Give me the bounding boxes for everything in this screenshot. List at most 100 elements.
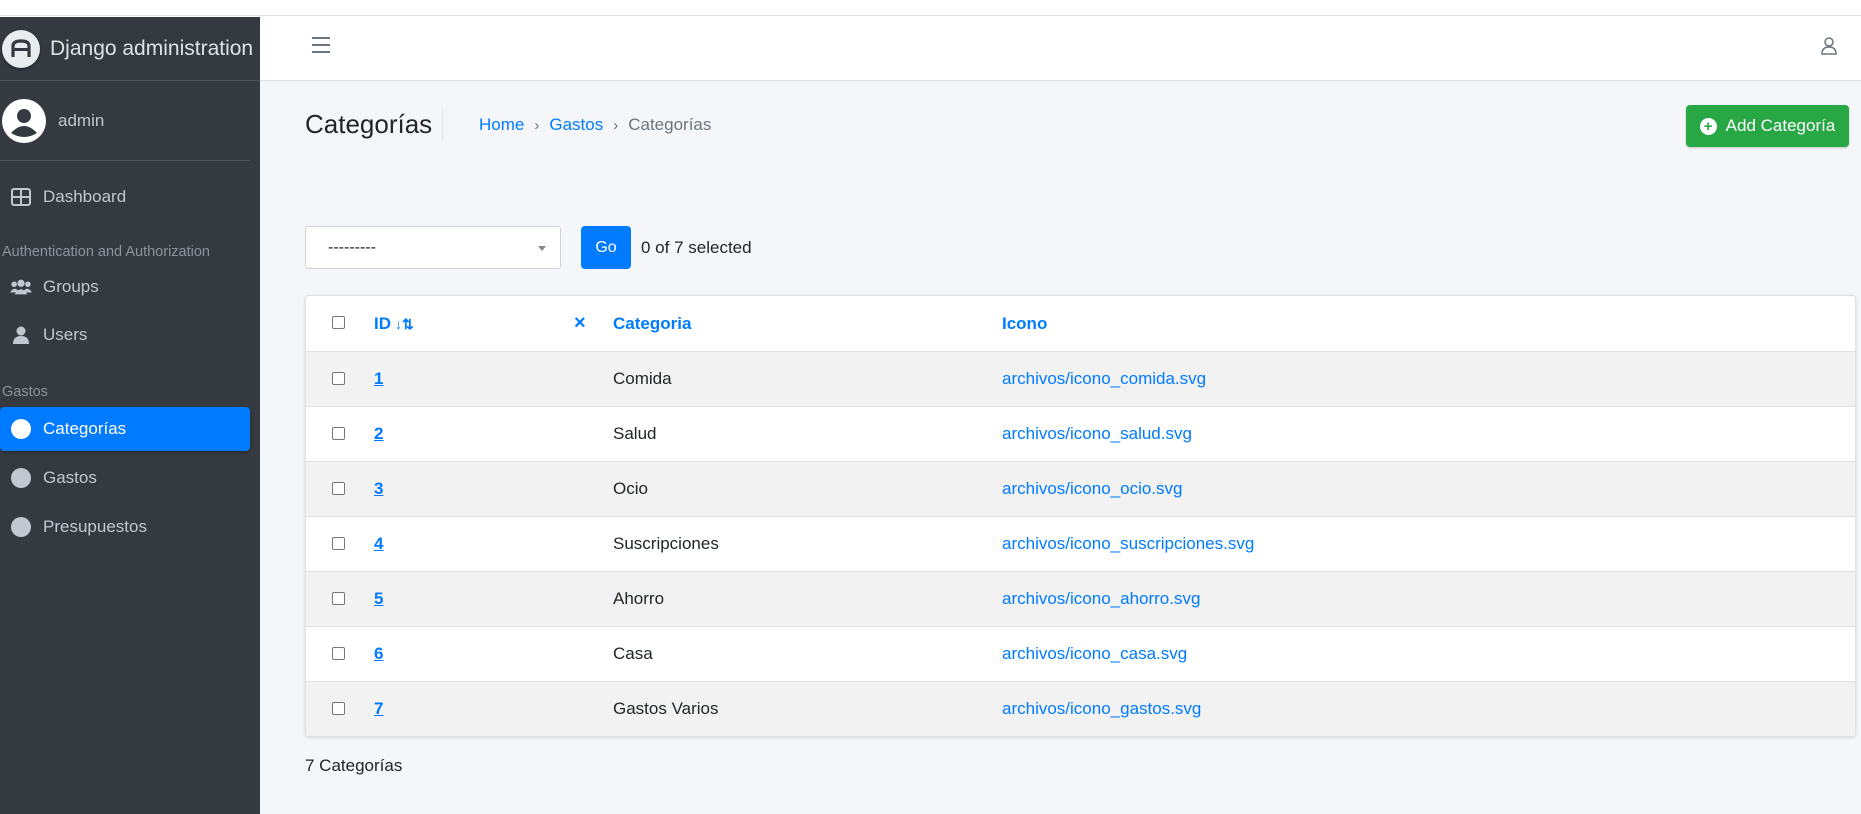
row-icono-link[interactable]: archivos/icono_salud.svg — [1002, 424, 1192, 443]
row-icono: archivos/icono_comida.svg — [1002, 369, 1206, 389]
page-title: Categorías — [305, 109, 433, 139]
row-id-link[interactable]: 5 — [374, 589, 383, 609]
breadcrumb-gastos[interactable]: Gastos — [549, 115, 603, 135]
row-id-link[interactable]: 4 — [374, 534, 383, 554]
row-icono: archivos/icono_casa.svg — [1002, 644, 1187, 664]
row-categoria: Suscripciones — [613, 534, 719, 553]
table-row: 6 Casa archivos/icono_casa.svg — [306, 626, 1855, 681]
sidebar-item-label: Dashboard — [43, 187, 127, 206]
select-all-checkbox[interactable] — [332, 316, 345, 329]
brand-title: Django administration — [50, 36, 254, 60]
table-row: 2 Salud archivos/icono_salud.svg — [306, 406, 1855, 461]
table-row: 7 Gastos Varios archivos/icono_gastos.svg — [306, 681, 1855, 736]
table-header-row: ID ↓⇅ × Categoria Icono — [306, 296, 1855, 351]
selection-counter: 0 of 7 selected — [641, 237, 752, 257]
row-categoria: Gastos Varios — [613, 699, 719, 718]
nav-header-gastos: Gastos — [2, 384, 48, 400]
actions-bar: --------- Go 0 of 7 selected — [305, 226, 752, 269]
row-categoria: Salud — [613, 424, 657, 443]
user-icon — [10, 324, 32, 346]
results-table: ID ↓⇅ × Categoria Icono 1 Comida archivos/i… — [305, 295, 1856, 737]
table-row: 4 Suscripciones archivos/icono_suscripcion… — [306, 516, 1855, 571]
row-checkbox[interactable] — [332, 372, 345, 385]
row-checkbox[interactable] — [332, 647, 345, 660]
result-count: 7 Categorías — [305, 756, 403, 775]
sidebar-item-label: Gastos — [43, 468, 97, 487]
row-id-link[interactable]: 6 — [374, 644, 383, 664]
dashboard-icon — [10, 186, 32, 208]
sidebar-item-groups[interactable]: Groups — [0, 265, 260, 309]
row-categoria: Comida — [613, 369, 672, 388]
row-icono-link[interactable]: archivos/icono_gastos.svg — [1002, 699, 1201, 718]
user-panel[interactable]: admin — [0, 81, 250, 161]
sidebar-item-presupuestos[interactable]: Presupuestos — [0, 505, 260, 549]
circle-icon — [10, 418, 32, 440]
column-header-id[interactable]: ID ↓⇅ — [374, 314, 414, 334]
breadcrumb-home[interactable]: Home — [479, 115, 524, 135]
row-checkbox[interactable] — [332, 537, 345, 550]
menu-toggle-icon[interactable] — [312, 37, 330, 58]
row-icono-link[interactable]: archivos/icono_ahorro.svg — [1002, 589, 1200, 608]
plus-circle-icon: + — [1699, 117, 1717, 135]
row-icono-link[interactable]: archivos/icono_comida.svg — [1002, 369, 1206, 388]
top-navbar — [260, 17, 1861, 81]
sidebar: Django administration admin Dashboard Au… — [0, 17, 260, 814]
content-header: Categorías Home › Gastos › Categorías + … — [305, 105, 1849, 149]
main-content: Categorías Home › Gastos › Categorías + … — [260, 17, 1861, 814]
row-categoria: Ocio — [613, 479, 648, 498]
top-border — [0, 0, 1861, 16]
row-checkbox[interactable] — [332, 427, 345, 440]
action-select-value: --------- — [328, 238, 376, 256]
row-categoria: Casa — [613, 644, 653, 663]
row-id-link[interactable]: 3 — [374, 479, 383, 499]
table-row: 3 Ocio archivos/icono_ocio.svg — [306, 461, 1855, 516]
row-checkbox[interactable] — [332, 482, 345, 495]
row-icono-link[interactable]: archivos/icono_casa.svg — [1002, 644, 1187, 663]
row-icono: archivos/icono_salud.svg — [1002, 424, 1192, 444]
row-icono: archivos/icono_suscripciones.svg — [1002, 534, 1254, 554]
go-button[interactable]: Go — [581, 226, 631, 269]
add-categoria-button[interactable]: + Add Categoría — [1686, 105, 1849, 147]
row-id-link[interactable]: 2 — [374, 424, 383, 444]
user-avatar-icon — [2, 98, 46, 143]
sidebar-item-users[interactable]: Users — [0, 313, 260, 357]
sidebar-item-gastos[interactable]: Gastos — [0, 456, 260, 500]
title-divider — [442, 109, 443, 141]
sidebar-item-label: Groups — [43, 277, 99, 296]
row-id-link[interactable]: 7 — [374, 699, 383, 719]
column-header-icono[interactable]: Icono — [1002, 314, 1047, 334]
breadcrumb-separator: › — [534, 116, 540, 134]
table-row: 5 Ahorro archivos/icono_ahorro.svg — [306, 571, 1855, 626]
circle-icon — [10, 516, 32, 538]
circle-icon — [10, 467, 32, 489]
row-icono-link[interactable]: archivos/icono_suscripciones.svg — [1002, 534, 1254, 553]
nav-header-auth: Authentication and Authorization — [2, 244, 210, 260]
row-icono: archivos/icono_gastos.svg — [1002, 699, 1201, 719]
breadcrumb: Home › Gastos › Categorías — [479, 115, 711, 135]
table-row: 1 Comida archivos/icono_comida.svg — [306, 351, 1855, 406]
user-name: admin — [58, 110, 105, 130]
sidebar-item-label: Presupuestos — [43, 517, 147, 536]
row-checkbox[interactable] — [332, 702, 345, 715]
sidebar-item-categorias[interactable]: Categorías — [0, 407, 250, 451]
sidebar-item-label: Categorías — [43, 419, 127, 438]
remove-sort-icon[interactable]: × — [574, 312, 586, 335]
sidebar-item-dashboard[interactable]: Dashboard — [0, 175, 260, 219]
action-select[interactable]: --------- — [305, 226, 561, 269]
breadcrumb-separator: › — [613, 116, 619, 134]
row-id-link[interactable]: 1 — [374, 369, 383, 389]
users-group-icon — [10, 276, 32, 298]
breadcrumb-current: Categorías — [628, 115, 712, 134]
row-icono-link[interactable]: archivos/icono_ocio.svg — [1002, 479, 1182, 498]
sidebar-item-label: Users — [43, 325, 88, 344]
row-categoria: Ahorro — [613, 589, 665, 608]
row-icono: archivos/icono_ahorro.svg — [1002, 589, 1200, 609]
row-icono: archivos/icono_ocio.svg — [1002, 479, 1182, 499]
user-menu-icon[interactable] — [1821, 37, 1837, 60]
brand-link[interactable]: Django administration — [0, 17, 260, 81]
add-button-label: Add Categoría — [1725, 116, 1836, 135]
chevron-down-icon — [538, 246, 546, 251]
sort-icon[interactable]: ↓⇅ — [395, 316, 414, 332]
row-checkbox[interactable] — [332, 592, 345, 605]
column-header-categoria[interactable]: Categoria — [613, 314, 691, 334]
